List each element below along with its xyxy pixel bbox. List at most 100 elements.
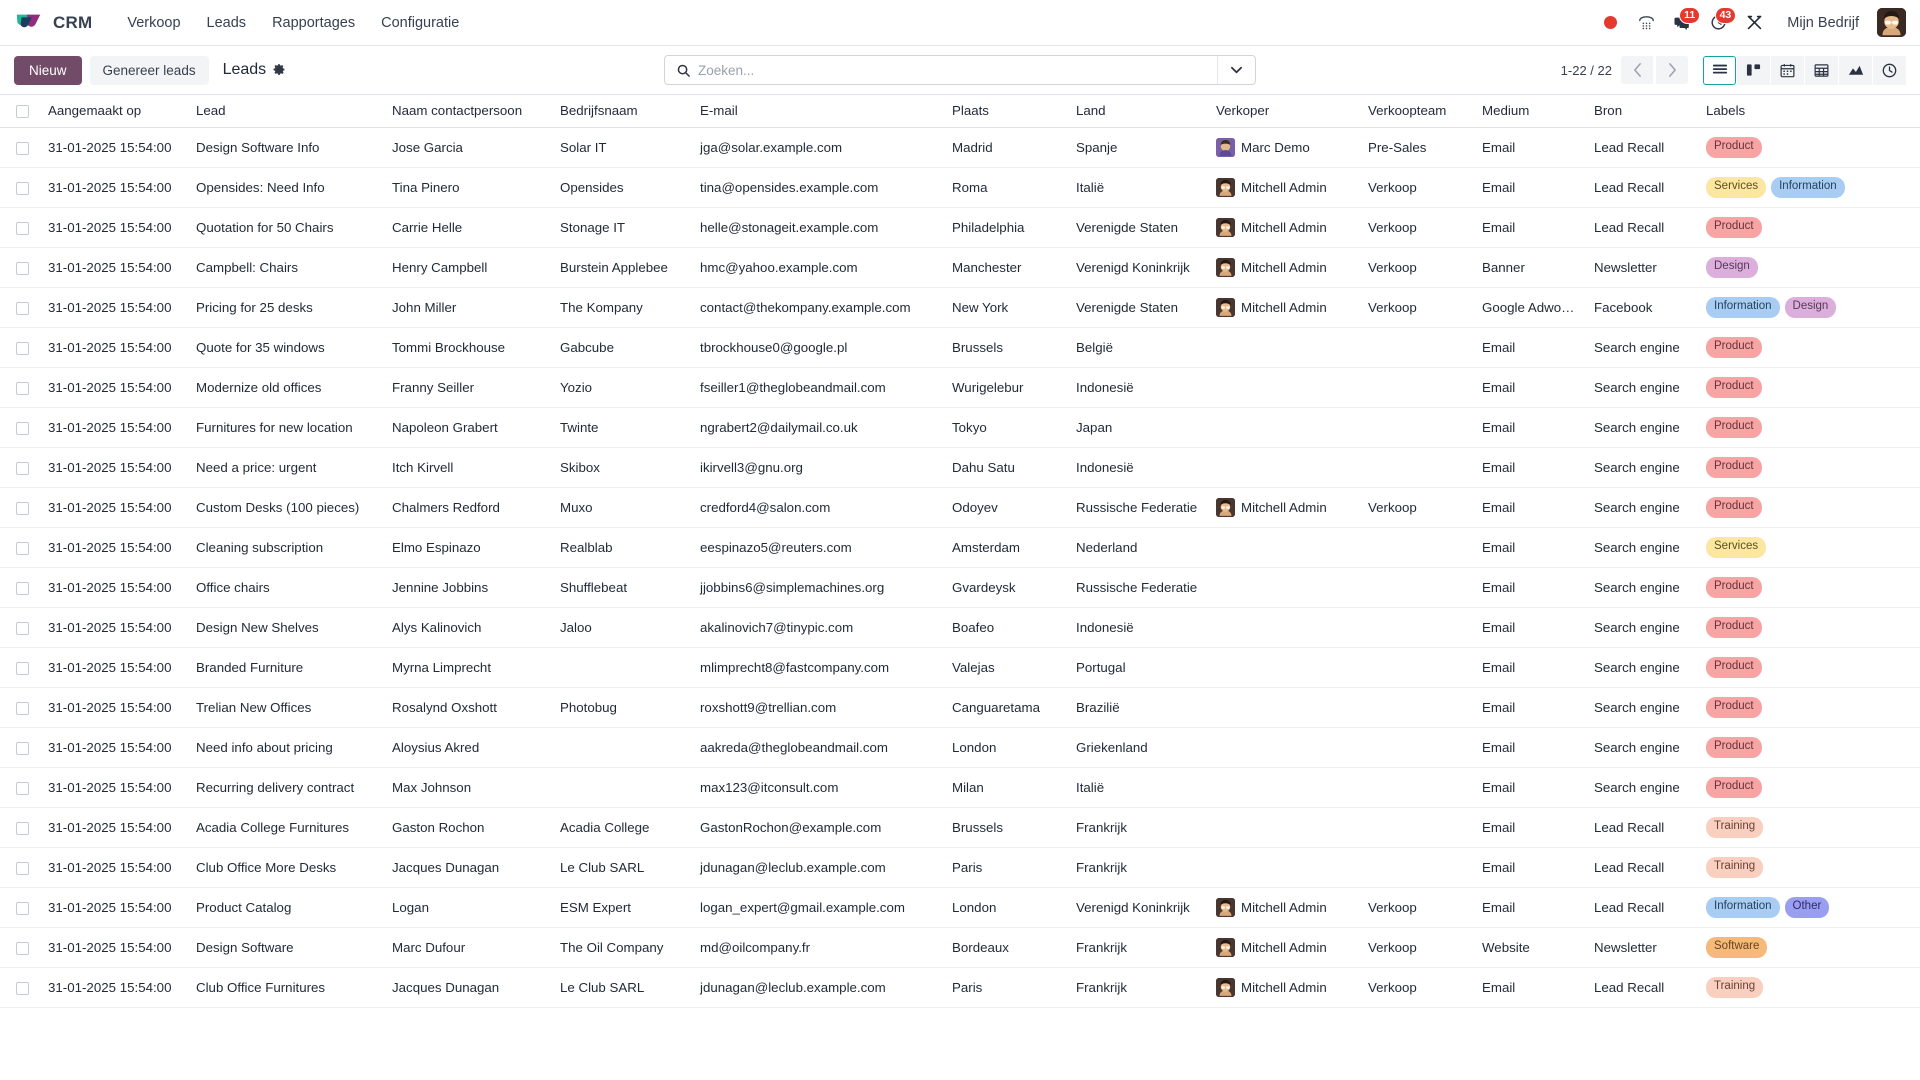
row-checkbox[interactable] (16, 421, 29, 435)
row-checkbox[interactable] (16, 141, 29, 155)
new-button[interactable]: Nieuw (14, 55, 82, 85)
dialpad-icon[interactable] (1629, 6, 1663, 40)
tag-badge: Design (1706, 257, 1758, 278)
column-header-email[interactable]: E-mail (692, 94, 944, 128)
search-bar[interactable] (664, 55, 1256, 85)
row-checkbox[interactable] (16, 581, 29, 595)
table-row[interactable]: 31-01-2025 15:54:00 Need a price: urgent I… (0, 447, 1920, 488)
row-checkbox[interactable] (16, 221, 29, 235)
column-header-salesperson[interactable]: Verkoper (1208, 94, 1360, 128)
column-header-company[interactable]: Bedrijfsnaam (552, 94, 692, 128)
table-row[interactable]: 31-01-2025 15:54:00 Design Software Info J… (0, 127, 1920, 168)
table-row[interactable]: 31-01-2025 15:54:00 Opensides: Need Info T… (0, 167, 1920, 208)
pager-previous-button[interactable] (1621, 56, 1653, 84)
table-row[interactable]: 31-01-2025 15:54:00 Design Software Marc D… (0, 927, 1920, 968)
view-pivot[interactable] (1805, 55, 1838, 85)
view-list[interactable] (1703, 55, 1736, 85)
row-select-cell (0, 167, 40, 208)
column-header-lead[interactable]: Lead (188, 94, 384, 128)
tag-list: Product (1706, 457, 1894, 478)
table-row[interactable]: 31-01-2025 15:54:00 Branded Furniture Myrn… (0, 647, 1920, 688)
record-dot-icon[interactable] (1593, 6, 1627, 40)
row-checkbox[interactable] (16, 981, 29, 995)
column-header-created_on[interactable]: Aangemaakt op (40, 94, 188, 128)
column-settings-icon[interactable] (1910, 103, 1920, 118)
view-kanban[interactable] (1737, 55, 1770, 85)
cell-city: Brussels (944, 327, 1068, 368)
row-checkbox[interactable] (16, 621, 29, 635)
generate-leads-button[interactable]: Genereer leads (89, 55, 209, 85)
table-row[interactable]: 31-01-2025 15:54:00 Need info about prici… (0, 727, 1920, 768)
user-avatar[interactable] (1877, 8, 1906, 37)
column-header-contact_name[interactable]: Naam contactpersoon (384, 94, 552, 128)
table-row[interactable]: 31-01-2025 15:54:00 Club Office Furniture… (0, 967, 1920, 1008)
column-header-medium[interactable]: Medium (1474, 94, 1586, 128)
table-row[interactable]: 31-01-2025 15:54:00 Quotation for 50 Chai… (0, 207, 1920, 248)
row-checkbox[interactable] (16, 941, 29, 955)
table-row[interactable]: 31-01-2025 15:54:00 Quote for 35 windows T… (0, 327, 1920, 368)
cell-city: Paris (944, 847, 1068, 888)
table-row[interactable]: 31-01-2025 15:54:00 Custom Desks (100 pie… (0, 487, 1920, 528)
row-checkbox[interactable] (16, 701, 29, 715)
row-checkbox[interactable] (16, 541, 29, 555)
clock-icon[interactable]: 43 (1701, 6, 1737, 40)
search-dropdown-toggle[interactable] (1217, 56, 1255, 84)
row-checkbox[interactable] (16, 301, 29, 315)
row-checkbox[interactable] (16, 661, 29, 675)
table-row[interactable]: 31-01-2025 15:54:00 Pricing for 25 desks J… (0, 287, 1920, 328)
table-row[interactable]: 31-01-2025 15:54:00 Cleaning subscription… (0, 527, 1920, 568)
row-checkbox[interactable] (16, 341, 29, 355)
column-header-country[interactable]: Land (1068, 94, 1208, 128)
cell-contact_name: Logan (384, 887, 552, 928)
table-row[interactable]: 31-01-2025 15:54:00 Furnitures for new lo… (0, 407, 1920, 448)
column-header-source[interactable]: Bron (1586, 94, 1698, 128)
row-checkbox[interactable] (16, 861, 29, 875)
search-input[interactable] (698, 56, 1217, 84)
gear-icon[interactable] (273, 63, 286, 78)
crossed-tools-icon[interactable] (1737, 6, 1771, 40)
pager-value[interactable]: 1-22 / 22 (1561, 63, 1612, 78)
row-checkbox[interactable] (16, 901, 29, 915)
row-checkbox[interactable] (16, 381, 29, 395)
cell-company: Jaloo (552, 607, 692, 648)
view-calendar[interactable] (1771, 55, 1804, 85)
column-header-tags[interactable]: Labels (1698, 94, 1902, 128)
menu-rapportages[interactable]: Rapportages (259, 9, 368, 37)
cell-email: akalinovich7@tinypic.com (692, 607, 944, 648)
cell-tags: Product (1698, 767, 1902, 808)
pager-next-button[interactable] (1656, 56, 1688, 84)
row-checkbox[interactable] (16, 461, 29, 475)
app-name[interactable]: CRM (53, 13, 92, 33)
table-row[interactable]: 31-01-2025 15:54:00 Club Office More Desk… (0, 847, 1920, 888)
table-row[interactable]: 31-01-2025 15:54:00 Modernize old offices… (0, 367, 1920, 408)
row-checkbox[interactable] (16, 781, 29, 795)
table-row[interactable]: 31-01-2025 15:54:00 Recurring delivery co… (0, 767, 1920, 808)
row-checkbox[interactable] (16, 181, 29, 195)
column-header-city[interactable]: Plaats (944, 94, 1068, 128)
breadcrumb-label[interactable]: Leads (223, 61, 267, 79)
table-row[interactable]: 31-01-2025 15:54:00 Office chairs Jennine … (0, 567, 1920, 608)
table-row[interactable]: 31-01-2025 15:54:00 Trelian New Offices Ro… (0, 687, 1920, 728)
row-checkbox[interactable] (16, 501, 29, 515)
menu-leads[interactable]: Leads (194, 9, 260, 37)
table-row[interactable]: 31-01-2025 15:54:00 Acadia College Furnit… (0, 807, 1920, 848)
table-row[interactable]: 31-01-2025 15:54:00 Design New Shelves Aly… (0, 607, 1920, 648)
cell-tags: Services (1698, 527, 1902, 568)
view-activity[interactable] (1873, 55, 1906, 85)
table-row[interactable]: 31-01-2025 15:54:00 Product Catalog Logan E… (0, 887, 1920, 928)
menu-configuratie[interactable]: Configuratie (368, 9, 472, 37)
row-checkbox[interactable] (16, 741, 29, 755)
table-row[interactable]: 31-01-2025 15:54:00 Campbell: Chairs Henry… (0, 247, 1920, 288)
cell-tags: Software (1698, 927, 1902, 968)
column-header-sales_team[interactable]: Verkoopteam (1360, 94, 1474, 128)
cell-tags: Design (1698, 247, 1902, 288)
view-graph[interactable] (1839, 55, 1872, 85)
company-switcher[interactable]: Mijn Bedrijf (1777, 9, 1869, 37)
messages-icon[interactable]: 11 (1665, 6, 1701, 40)
odoo-crm-logo-icon[interactable] (14, 8, 44, 38)
row-checkbox[interactable] (16, 821, 29, 835)
select-all-checkbox[interactable] (16, 104, 29, 118)
row-checkbox[interactable] (16, 261, 29, 275)
cell-salesperson (1208, 407, 1360, 448)
menu-verkoop[interactable]: Verkoop (114, 9, 193, 37)
